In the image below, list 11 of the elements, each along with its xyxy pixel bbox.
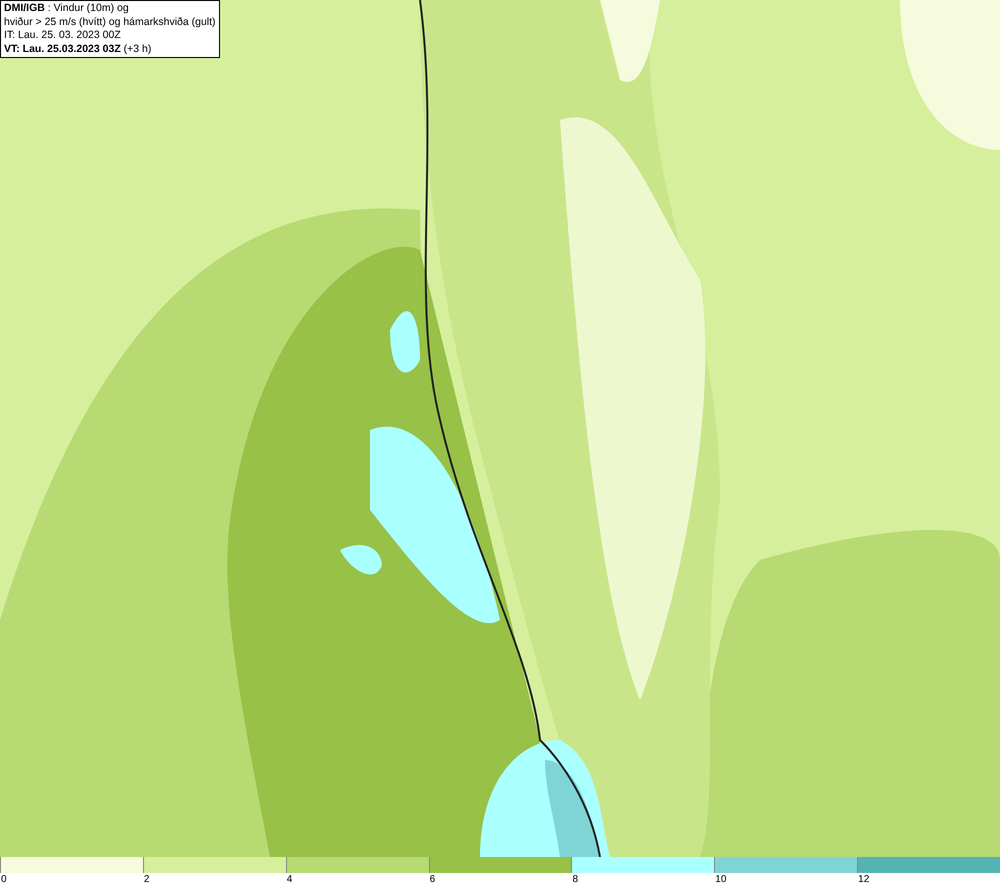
scale-label: 2 <box>142 873 150 886</box>
scale-label: 6 <box>428 873 436 886</box>
info-text: VT: Lau. 25.03.2023 03Z (+3 h) <box>4 42 152 56</box>
info-text: IT: Lau. 25. 03. 2023 00Z <box>4 29 122 42</box>
scale-label: 8 <box>571 873 578 886</box>
scale-label: 10 <box>714 873 726 886</box>
scale-label: 12 <box>857 873 870 886</box>
scale-label: 0 <box>0 873 7 886</box>
scale-label: 4 <box>286 873 292 886</box>
info-text: DMI/IGB : Vindur (10m) og <box>4 2 130 16</box>
info-text: hviður > 25 m/s (hvítt) og hámarkshviða (gult) <box>4 16 216 29</box>
